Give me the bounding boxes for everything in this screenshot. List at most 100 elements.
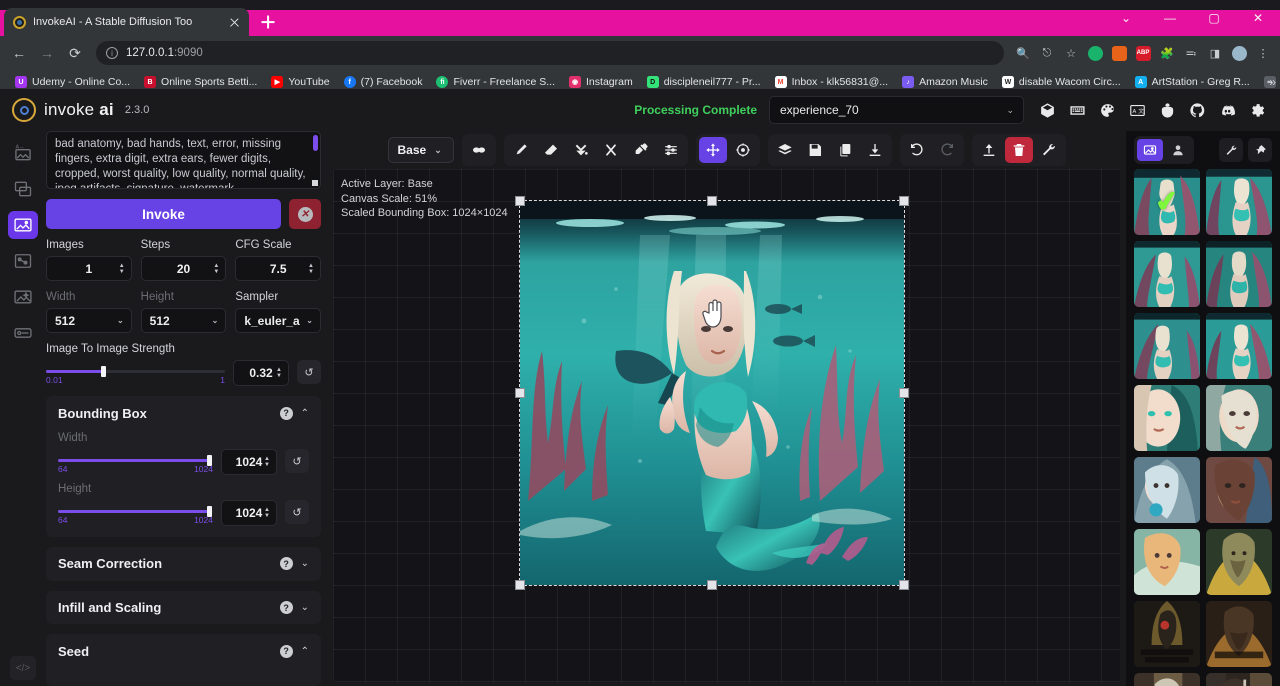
gallery-thumbnail[interactable] (1134, 313, 1200, 379)
negative-prompt-input[interactable]: bad anatomy, bad hands, text, error, mis… (46, 131, 321, 189)
help-icon[interactable]: ? (279, 406, 293, 420)
gallery-thumbnail[interactable] (1206, 313, 1272, 379)
bookmark-star-icon[interactable]: ☆ (1060, 42, 1082, 64)
fill-bucket-icon[interactable] (567, 137, 595, 163)
gallery-thumbnail[interactable] (1134, 673, 1200, 686)
gallery-thumbnail[interactable] (1134, 529, 1200, 595)
gallery-thumbnail[interactable] (1206, 385, 1272, 451)
chevron-down-icon[interactable]: ⌄ (301, 602, 309, 613)
height-select[interactable]: 512 ⌄ (140, 308, 227, 333)
resize-handle-top-left[interactable] (515, 196, 525, 206)
help-icon[interactable]: ? (279, 557, 293, 571)
minimize-chevron-icon[interactable]: ⌄ (1104, 4, 1148, 32)
close-icon[interactable] (227, 15, 242, 30)
split-view-icon[interactable]: ◨ (1204, 42, 1226, 64)
steps-input[interactable]: 20 ▲ ▼ (140, 256, 227, 281)
slider-track[interactable] (58, 455, 213, 466)
img2img-slider[interactable]: 0.01 1 (46, 360, 225, 385)
language-icon[interactable]: A文 (1126, 99, 1148, 121)
forward-icon[interactable]: → (34, 40, 60, 66)
invoke-button[interactable]: Invoke (46, 199, 281, 229)
chevron-up-icon[interactable]: ⌃ (301, 646, 309, 657)
gallery-thumbnail[interactable] (1134, 457, 1200, 523)
canvas-settings-icon[interactable] (1035, 137, 1063, 163)
canvas-viewport[interactable]: Active Layer: Base Canvas Scale: 51% Sca… (333, 169, 1120, 682)
steps-stepper[interactable]: ▲ ▼ (213, 263, 219, 275)
extensions-puzzle-icon[interactable]: 🧩 (1156, 42, 1178, 64)
width-select[interactable]: 512 ⌄ (46, 308, 132, 333)
gallery-settings-icon[interactable] (1219, 138, 1243, 162)
model-select[interactable]: experience_70 ⌄ (769, 96, 1024, 124)
move-tool-icon[interactable] (698, 137, 727, 163)
reload-icon[interactable]: ⟳ (62, 40, 88, 66)
images-stepper[interactable]: ▲ ▼ (119, 263, 125, 275)
gallery-images-tab[interactable] (1137, 139, 1163, 161)
eraser-tool-icon[interactable] (537, 137, 565, 163)
prompt-scrollbar[interactable] (313, 135, 318, 151)
prompt-resize-handle[interactable] (312, 180, 318, 186)
download-image-icon[interactable] (861, 137, 889, 163)
sidebar-item-image-to-image[interactable] (8, 175, 38, 203)
maximize-icon[interactable]: ▢ (1192, 4, 1236, 32)
gallery-thumbnail[interactable] (1134, 385, 1200, 451)
gallery-thumbnail[interactable] (1206, 241, 1272, 307)
gallery-thumbnail[interactable] (1134, 241, 1200, 307)
erase-selection-icon[interactable] (597, 137, 625, 163)
resize-handle-middle-left[interactable] (515, 388, 525, 398)
help-icon[interactable]: ? (279, 644, 293, 658)
save-to-gallery-icon[interactable] (801, 137, 829, 163)
sidebar-item-training[interactable] (8, 319, 38, 347)
site-info-icon[interactable]: i (106, 47, 118, 59)
new-tab-button[interactable] (255, 9, 281, 35)
browser-tab[interactable]: InvokeAI - A Stable Diffusion Too (4, 8, 249, 36)
back-icon[interactable]: ← (6, 40, 32, 66)
sidebar-item-unified-canvas[interactable] (8, 211, 38, 239)
cancel-button[interactable]: ✕ (289, 199, 321, 229)
extension-speaker-icon[interactable] (1108, 42, 1130, 64)
gallery-thumbnail[interactable] (1134, 601, 1200, 667)
cfg-scale-stepper[interactable]: ▲ ▼ (308, 263, 314, 275)
chevron-up-icon[interactable]: ⌃ (301, 408, 309, 419)
slider-knob[interactable] (101, 366, 107, 377)
gallery-thumbnail[interactable] (1206, 169, 1272, 235)
bbox-width-input[interactable]: 1024 ▲ ▼ (221, 449, 277, 475)
reset-view-icon[interactable] (729, 137, 757, 163)
bookmarks-overflow-icon[interactable]: » (1269, 75, 1276, 89)
slider-knob[interactable] (206, 455, 212, 466)
sampler-select[interactable]: k_euler_a ⌄ (235, 308, 321, 333)
close-window-icon[interactable]: ✕ (1236, 4, 1280, 32)
redo-icon[interactable] (933, 137, 961, 163)
img2img-strength-input[interactable]: 0.32 ▲ ▼ (233, 360, 289, 386)
github-icon[interactable] (1186, 99, 1208, 121)
sidebar-item-post-processing[interactable] (8, 283, 38, 311)
address-bar[interactable]: i 127.0.0.1:9090 (96, 41, 1004, 65)
images-input[interactable]: 1 ▲ ▼ (46, 256, 132, 281)
bbox-width-slider[interactable]: 64 1024 (58, 449, 213, 474)
copy-to-clipboard-icon[interactable] (831, 137, 859, 163)
infill-and-scaling-header[interactable]: Infill and Scaling ? ⌄ (46, 591, 321, 625)
gallery-thumbnail[interactable] (1206, 529, 1272, 595)
bbox-height-slider[interactable]: 64 1024 (58, 500, 213, 525)
discord-icon[interactable] (1216, 99, 1238, 121)
sidebar-item-nodes[interactable] (8, 247, 38, 275)
undo-icon[interactable] (903, 137, 931, 163)
img2img-stepper[interactable]: ▲ ▼ (276, 367, 282, 379)
sidebar-item-text-to-image[interactable]: A→ (8, 139, 38, 167)
resize-handle-bottom-center[interactable] (707, 580, 717, 590)
model-manager-icon[interactable] (1036, 99, 1058, 121)
clear-canvas-icon[interactable] (1004, 137, 1033, 163)
bounding-box-selection[interactable] (515, 196, 909, 590)
resize-handle-top-right[interactable] (899, 196, 909, 206)
reset-bbox-height-button[interactable]: ↺ (285, 500, 309, 524)
pin-gallery-icon[interactable] (1248, 138, 1272, 162)
gallery-assets-tab[interactable] (1165, 139, 1191, 161)
slider-track[interactable] (46, 366, 225, 377)
bug-report-icon[interactable] (1156, 99, 1178, 121)
chevron-down-icon[interactable]: ⌄ (301, 558, 309, 569)
gallery-thumbnail[interactable] (1206, 673, 1272, 686)
slider-track[interactable] (58, 506, 213, 517)
bbox-height-input[interactable]: 1024 ▲ ▼ (221, 500, 277, 526)
color-picker-icon[interactable] (627, 137, 655, 163)
mask-toggle-icon[interactable] (465, 137, 493, 163)
brush-settings-icon[interactable] (657, 137, 685, 163)
